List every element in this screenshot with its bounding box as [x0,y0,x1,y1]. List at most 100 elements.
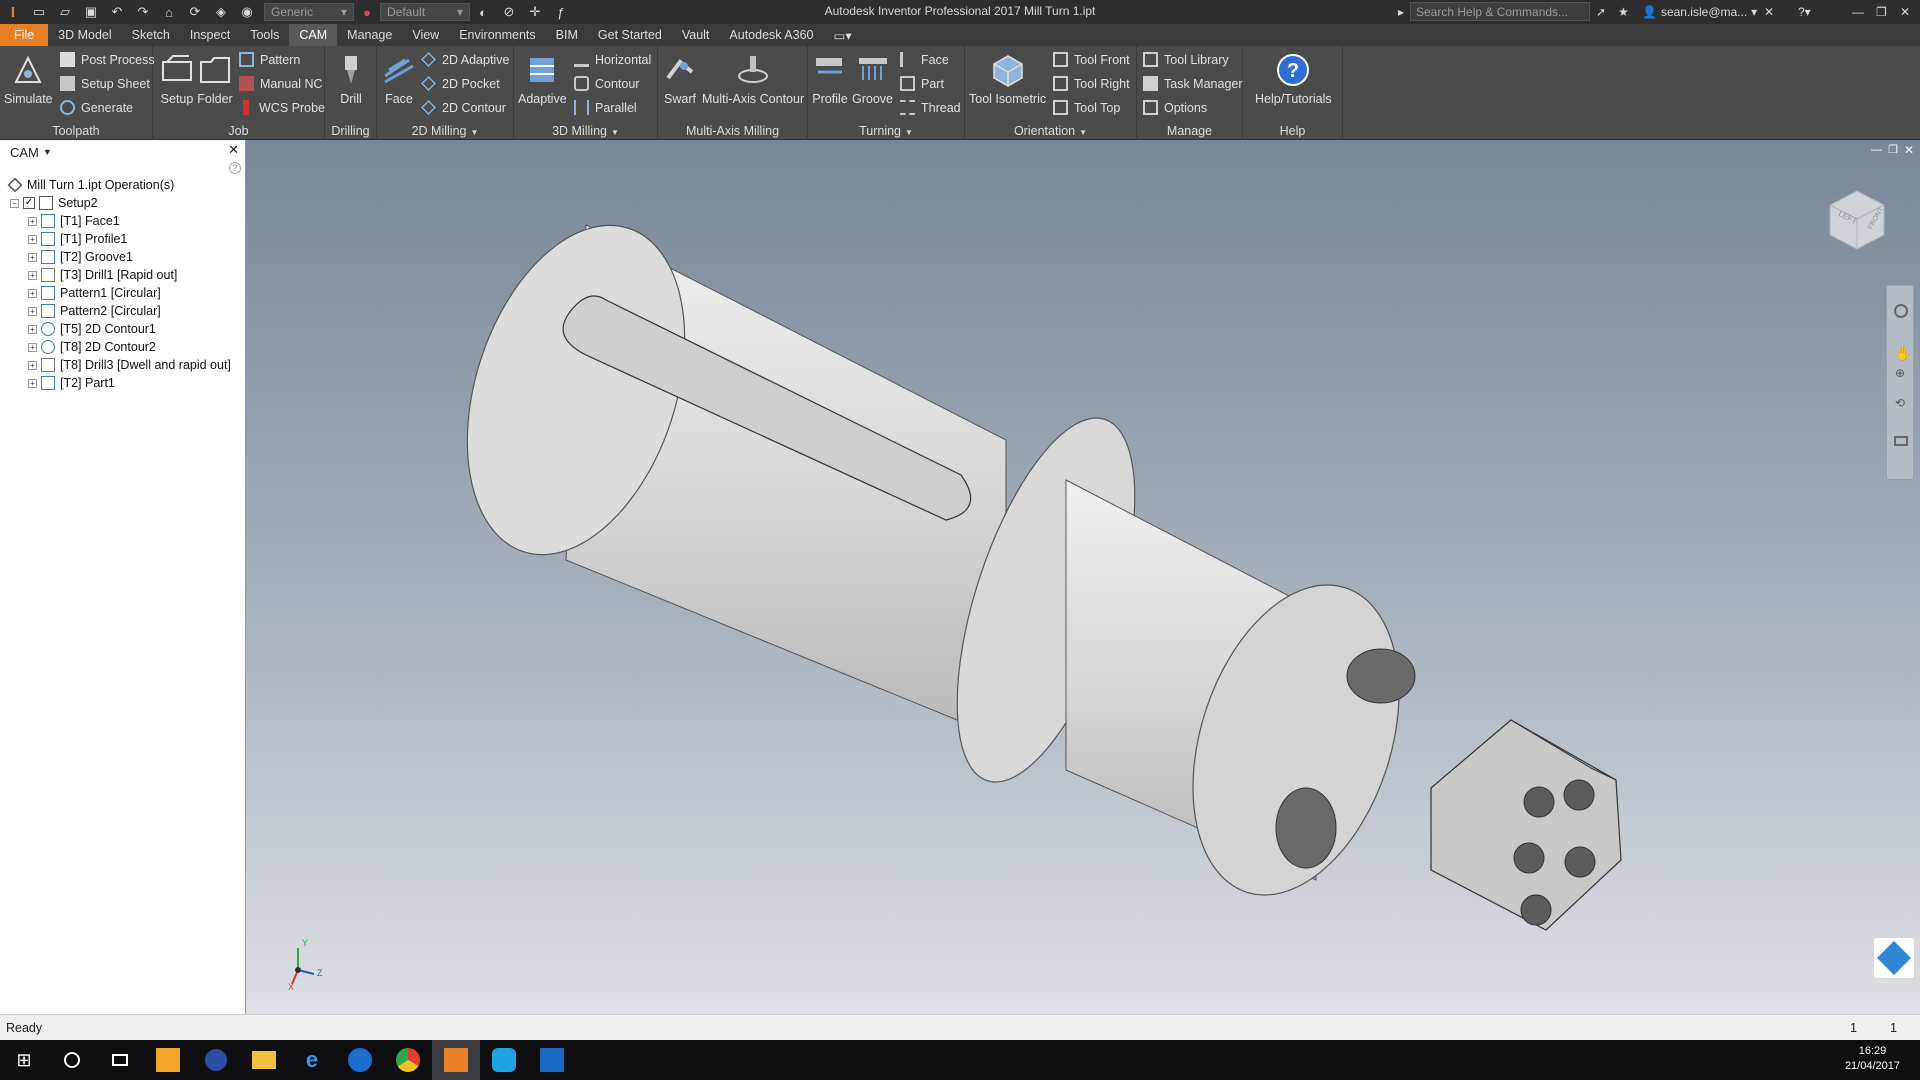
task-view-button[interactable] [96,1040,144,1080]
undo-icon[interactable]: ↶ [108,3,126,21]
redo-icon[interactable]: ↷ [134,3,152,21]
browser-title[interactable]: CAM [10,145,39,160]
pin-icon[interactable]: ➚ [1596,2,1606,22]
steering-wheel-icon[interactable] [1894,304,1908,318]
look-at-icon[interactable] [1894,436,1908,446]
tab-manage[interactable]: Manage [337,24,402,46]
expand-icon[interactable]: + [28,360,37,370]
simulate-button[interactable]: Simulate [4,52,53,106]
system-clock[interactable]: 16:29 21/04/2017 [1845,1044,1900,1074]
taskbar-app-8[interactable] [192,1040,240,1080]
help-tutorials-button[interactable]: ? Help/Tutorials [1255,52,1332,106]
task-manager-button[interactable]: Task Manager [1143,76,1243,91]
panel-title-turning[interactable]: Turning ▼ [808,124,964,138]
collapse-icon[interactable]: − [10,198,19,208]
turning-face-button[interactable]: Face [900,52,949,67]
folder-button[interactable]: Folder [197,52,233,106]
multi-axis-contour-button[interactable]: Multi-Axis Contour [702,52,804,106]
orbit-icon[interactable]: ⟲ [1895,396,1905,410]
manual-nc-button[interactable]: Manual NC [239,76,323,91]
clear-icon[interactable]: ⊘ [500,3,518,21]
tree-operation[interactable]: + [T3] Drill1 [Rapid out] [28,266,177,284]
tree-operation[interactable]: + [T8] 2D Contour2 [28,338,156,356]
help-icon[interactable]: ?▾ [1798,2,1811,22]
tree-operation[interactable]: + [T5] 2D Contour1 [28,320,156,338]
share-view-button[interactable] [1874,938,1914,978]
taskbar-app-fusion[interactable] [144,1040,192,1080]
tree-operation[interactable]: + [T1] Face1 [28,212,120,230]
tree-operation[interactable]: + [T8] Drill3 [Dwell and rapid out] [28,356,231,374]
minimize-button[interactable]: — [1852,2,1864,22]
ribbon-options-icon[interactable]: ▭▾ [824,24,862,46]
options-button[interactable]: Options [1143,100,1207,115]
tree-setup[interactable]: − ✓ Setup2 [10,194,98,212]
horizontal-button[interactable]: Horizontal [574,52,651,67]
expand-icon[interactable]: + [28,378,37,388]
expand-icon[interactable]: + [28,270,37,280]
style-select[interactable]: Default ▾ [380,3,470,21]
taskbar-app-chrome[interactable] [384,1040,432,1080]
close-icon[interactable]: ✕ [228,142,239,158]
update-icon[interactable]: ⟳ [186,3,204,21]
color-wheel-icon[interactable]: ◉ [238,3,256,21]
tab-environments[interactable]: Environments [449,24,545,46]
taskbar-app-explorer[interactable] [240,1040,288,1080]
tab-sketch[interactable]: Sketch [122,24,180,46]
search-input[interactable]: Search Help & Commands... [1410,2,1590,21]
expand-icon[interactable]: + [28,252,37,262]
search-arrow-icon[interactable]: ▸ [1398,2,1404,22]
panel-title-orientation[interactable]: Orientation ▼ [965,124,1136,138]
taskbar-app-outlook[interactable] [528,1040,576,1080]
tab-autodesk-a360[interactable]: Autodesk A360 [719,24,823,46]
tab-get-started[interactable]: Get Started [588,24,672,46]
tab-cam[interactable]: CAM [289,24,338,46]
drill-button[interactable]: Drill [333,52,369,106]
tab-tools[interactable]: Tools [240,24,289,46]
swarf-button[interactable]: Swarf [662,52,698,106]
appearance-select[interactable]: Generic ▾ [264,3,354,21]
thread-button[interactable]: Thread [900,100,961,115]
checkbox[interactable]: ✓ [23,197,35,209]
graphics-viewport[interactable]: — ❐ ✕ LEFT FRONT ✋ ⊕ ⟲ Y Z X [246,140,1920,1014]
generate-button[interactable]: Generate [60,100,133,115]
tab-view[interactable]: View [402,24,449,46]
tab-inspect[interactable]: Inspect [180,24,240,46]
profile-button[interactable]: Profile [812,52,848,106]
zoom-icon[interactable]: ⊕ [1895,366,1905,380]
contour-button[interactable]: Contour [574,76,639,91]
taskbar-app-skype[interactable] [480,1040,528,1080]
groove-button[interactable]: Groove [852,52,893,106]
expand-icon[interactable]: + [28,234,37,244]
tab-3d-model[interactable]: 3D Model [48,24,122,46]
2d-contour-button[interactable]: 2D Contour [421,100,506,115]
tool-isometric-button[interactable]: Tool Isometric [969,52,1046,106]
tool-top-button[interactable]: Tool Top [1053,100,1120,115]
mill-turn-part-model[interactable] [246,140,1920,1014]
viewcube[interactable]: LEFT FRONT [1822,185,1892,255]
save-icon[interactable]: ▣ [82,3,100,21]
material-sphere-icon[interactable]: ● [358,3,376,21]
tool-front-button[interactable]: Tool Front [1053,52,1130,67]
chevron-down-icon[interactable]: ▼ [43,147,52,157]
tree-operation[interactable]: + [T1] Profile1 [28,230,127,248]
adaptive-button[interactable]: Adaptive [518,52,567,106]
expand-icon[interactable]: + [28,342,37,352]
tool-library-button[interactable]: Tool Library [1143,52,1229,67]
setup-sheet-button[interactable]: Setup Sheet [60,76,150,91]
post-process-button[interactable]: Post Process [60,52,155,67]
taskbar-app-inventor[interactable] [432,1040,480,1080]
tree-operation[interactable]: + Pattern2 [Circular] [28,302,161,320]
expand-icon[interactable]: + [28,288,37,298]
taskbar-app-ie[interactable]: e [288,1040,336,1080]
parallel-button[interactable]: Parallel [574,100,637,115]
expand-icon[interactable]: + [28,324,37,334]
pan-icon[interactable]: ✋ [1895,346,1911,362]
panel-title-2d-milling[interactable]: 2D Milling ▼ [377,124,513,138]
tree-operation[interactable]: + [T2] Groove1 [28,248,133,266]
origin-icon[interactable]: ✛ [526,3,544,21]
part-button[interactable]: Part [900,76,944,91]
expand-icon[interactable]: + [28,306,37,316]
tab-vault[interactable]: Vault [672,24,720,46]
function-icon[interactable]: ƒ [552,3,570,21]
tree-operation[interactable]: + Pattern1 [Circular] [28,284,161,302]
